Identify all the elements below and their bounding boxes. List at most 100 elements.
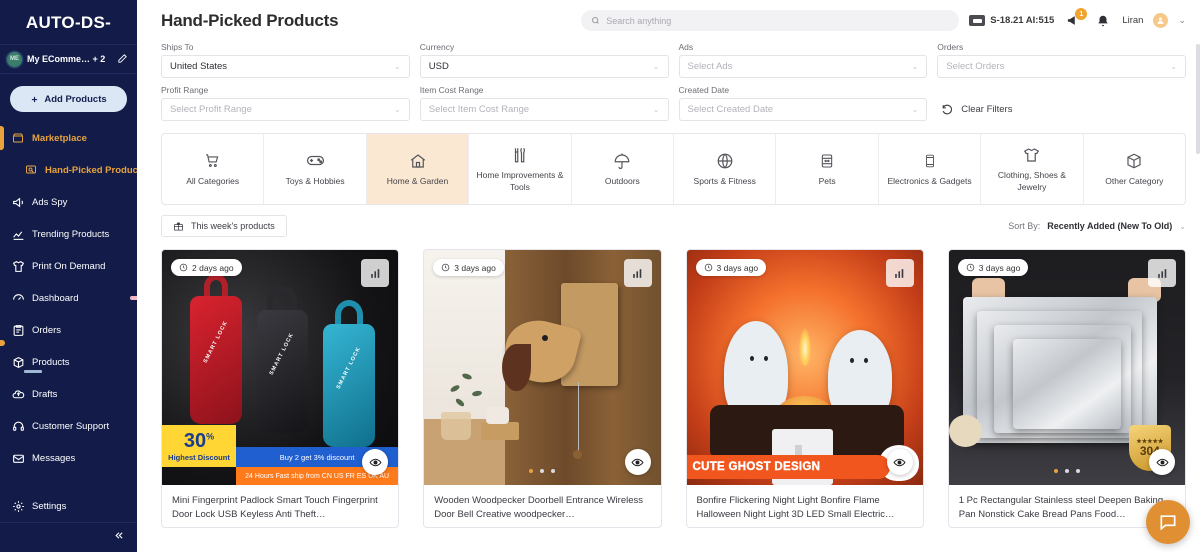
chevron-down-icon[interactable]: ⌄ <box>1178 15 1186 26</box>
sidebar-item-ads-spy[interactable]: Ads Spy <box>0 186 137 218</box>
quick-view-button[interactable] <box>624 449 651 475</box>
sidebar-item-products[interactable]: Products <box>0 340 137 378</box>
search-icon <box>592 17 600 24</box>
sidebar-item-label: Drafts <box>32 388 58 400</box>
chat-support-button[interactable] <box>1146 500 1190 544</box>
person-icon <box>1157 17 1164 24</box>
credits-indicator[interactable]: S-18.21 AI:515 <box>969 15 1054 26</box>
carousel-dot[interactable] <box>1053 469 1058 473</box>
sidebar-item-hand-picked-products[interactable]: Hand-Picked Products <box>0 154 146 186</box>
category-label: All Categories <box>186 175 240 186</box>
product-card[interactable]: ★★★★★ 304 3 days ago 1 Pc Rectangular St… <box>947 249 1186 528</box>
tools-icon <box>511 145 529 165</box>
alerts-button[interactable] <box>1093 11 1112 30</box>
sidebar-item-label: Products <box>32 356 70 368</box>
category-tab-other-category[interactable]: Other Category <box>1084 134 1185 204</box>
created-date-select[interactable]: Select Created Date ⌄ <box>678 98 928 121</box>
sidebar-item-print-on-demand[interactable]: Print On Demand <box>0 250 137 282</box>
carousel-dot[interactable] <box>1064 469 1069 473</box>
double-chevron-left-icon <box>115 532 123 539</box>
sidebar-item-customer-support[interactable]: Customer Support <box>0 410 137 442</box>
gauge-icon <box>11 291 25 305</box>
carousel-dot[interactable] <box>529 469 534 473</box>
category-tab-home-garden[interactable]: Home & Garden <box>366 134 470 204</box>
announcements-button[interactable]: 1 <box>1064 8 1088 30</box>
user-name: Liran <box>1122 15 1144 26</box>
profit-range-select[interactable]: Select Profit Range ⌄ <box>161 98 410 121</box>
pencil-icon[interactable] <box>117 53 129 65</box>
sidebar-item-messages[interactable]: Messages <box>0 442 137 474</box>
statistics-button[interactable] <box>623 259 652 287</box>
chevron-down-icon: ⌄ <box>652 105 660 114</box>
item-cost-range-select[interactable]: Select Item Cost Range ⌄ <box>419 98 669 121</box>
sidebar-item-dashboard[interactable]: Dashboard <box>0 282 137 314</box>
category-label: Outdoors <box>604 175 640 186</box>
product-image[interactable]: CUTE GHOST DESIGN 3 days ago <box>686 250 923 485</box>
filter-label: Item Cost Range <box>419 85 484 95</box>
statistics-button[interactable] <box>1148 259 1176 287</box>
category-label: Electronics & Gadgets <box>887 175 972 186</box>
chevron-down-icon: ⌄ <box>911 62 919 71</box>
quick-view-button[interactable] <box>1149 449 1175 475</box>
scrollbar[interactable] <box>1196 44 1200 154</box>
credits-label: S-18.21 AI:515 <box>990 15 1055 26</box>
filter-ships-to: Ships To United States ⌄ <box>161 42 410 78</box>
filter-ads: Ads Select Ads ⌄ <box>678 42 928 78</box>
orders-select[interactable]: Select Orders ⌄ <box>937 55 1186 78</box>
house-icon <box>409 151 427 171</box>
category-tab-toys-hobbies[interactable]: Toys & Hobbies <box>264 134 367 204</box>
product-image[interactable]: SMART LOCK SMART LOCK SMART LOCK 30% Hig… <box>162 250 399 485</box>
profit-range-value: Select Profit Range <box>170 104 252 115</box>
clock-icon <box>179 263 188 272</box>
ships-to-select[interactable]: United States ⌄ <box>161 55 410 78</box>
carousel-dot[interactable] <box>540 469 545 473</box>
filters-panel: Ships To United States ⌄ Currency USD ⌄ … <box>137 41 1200 121</box>
discount-unit: % <box>206 430 215 441</box>
sidebar-item-orders[interactable]: Orders <box>0 314 137 346</box>
pet-food-icon <box>819 151 835 171</box>
sidebar-item-marketplace[interactable]: Marketplace <box>0 122 137 154</box>
statistics-button[interactable] <box>885 259 914 287</box>
currency-select[interactable]: USD ⌄ <box>419 55 669 78</box>
ads-select[interactable]: Select Ads ⌄ <box>678 55 928 78</box>
brand-logo[interactable]: AUTO-DS- <box>0 0 137 44</box>
clear-filters-button[interactable]: Clear Filters <box>937 98 1012 121</box>
category-tab-pets[interactable]: Pets <box>776 134 879 204</box>
search-box[interactable] <box>581 10 960 31</box>
category-tab-home-improvements-tools[interactable]: Home Improvements & Tools <box>469 134 572 204</box>
sidebar-item-drafts[interactable]: Drafts <box>0 378 137 410</box>
add-products-button[interactable]: Add Products <box>10 86 127 112</box>
product-image[interactable]: 3 days ago <box>424 250 661 485</box>
category-tab-sports-fitness[interactable]: Sports & Fitness <box>674 134 777 204</box>
time-badge-label: 2 days ago <box>192 262 234 273</box>
category-tab-all-categories[interactable]: All Categories <box>162 134 265 204</box>
this-week-products-button[interactable]: This week's products <box>161 215 287 237</box>
carousel-dots[interactable] <box>424 469 660 473</box>
sidebar-item-trending-products[interactable]: Trending Products <box>0 218 137 250</box>
carousel-dot[interactable] <box>1075 469 1080 473</box>
avatar[interactable] <box>1153 13 1169 28</box>
category-tab-outdoors[interactable]: Outdoors <box>572 134 675 204</box>
sidebar-collapse-button[interactable] <box>0 522 137 548</box>
sidebar-item-settings[interactable]: Settings <box>0 490 137 522</box>
statistics-button[interactable] <box>361 259 390 287</box>
product-title: Bonfire Flickering Night Light Bonfire F… <box>696 495 895 520</box>
search-input[interactable] <box>606 15 950 26</box>
product-card[interactable]: CUTE GHOST DESIGN 3 days ago Bonfire Fli… <box>685 249 924 528</box>
carousel-dots[interactable] <box>949 469 1185 473</box>
chevron-down-icon: ⌄ <box>911 105 919 114</box>
quick-view-button[interactable] <box>886 449 913 475</box>
category-tab-electronics-gadgets[interactable]: Electronics & Gadgets <box>879 134 982 204</box>
filter-label: Ships To <box>161 42 194 52</box>
time-badge: 3 days ago <box>695 259 767 276</box>
product-card[interactable]: SMART LOCK SMART LOCK SMART LOCK 30% Hig… <box>161 249 400 528</box>
product-card[interactable]: 3 days ago Wooden Woodpecker Doorbell En… <box>423 249 662 528</box>
top-bar: Hand-Picked Products S-18.21 AI:515 1 Li… <box>137 0 1200 41</box>
category-tab-clothing-shoes-jewelry[interactable]: Clothing, Shoes & Jewelry <box>981 134 1084 204</box>
plus-icon <box>32 96 38 102</box>
product-image[interactable]: ★★★★★ 304 3 days ago <box>948 250 1185 485</box>
account-switcher[interactable]: ME My EComme… + 2 <box>0 44 137 74</box>
carousel-dot[interactable] <box>551 469 556 473</box>
sort-control[interactable]: Sort By: Recently Added (New To Old) ⌄ <box>1008 221 1186 231</box>
filters-row-1: Ships To United States ⌄ Currency USD ⌄ … <box>161 42 1186 78</box>
